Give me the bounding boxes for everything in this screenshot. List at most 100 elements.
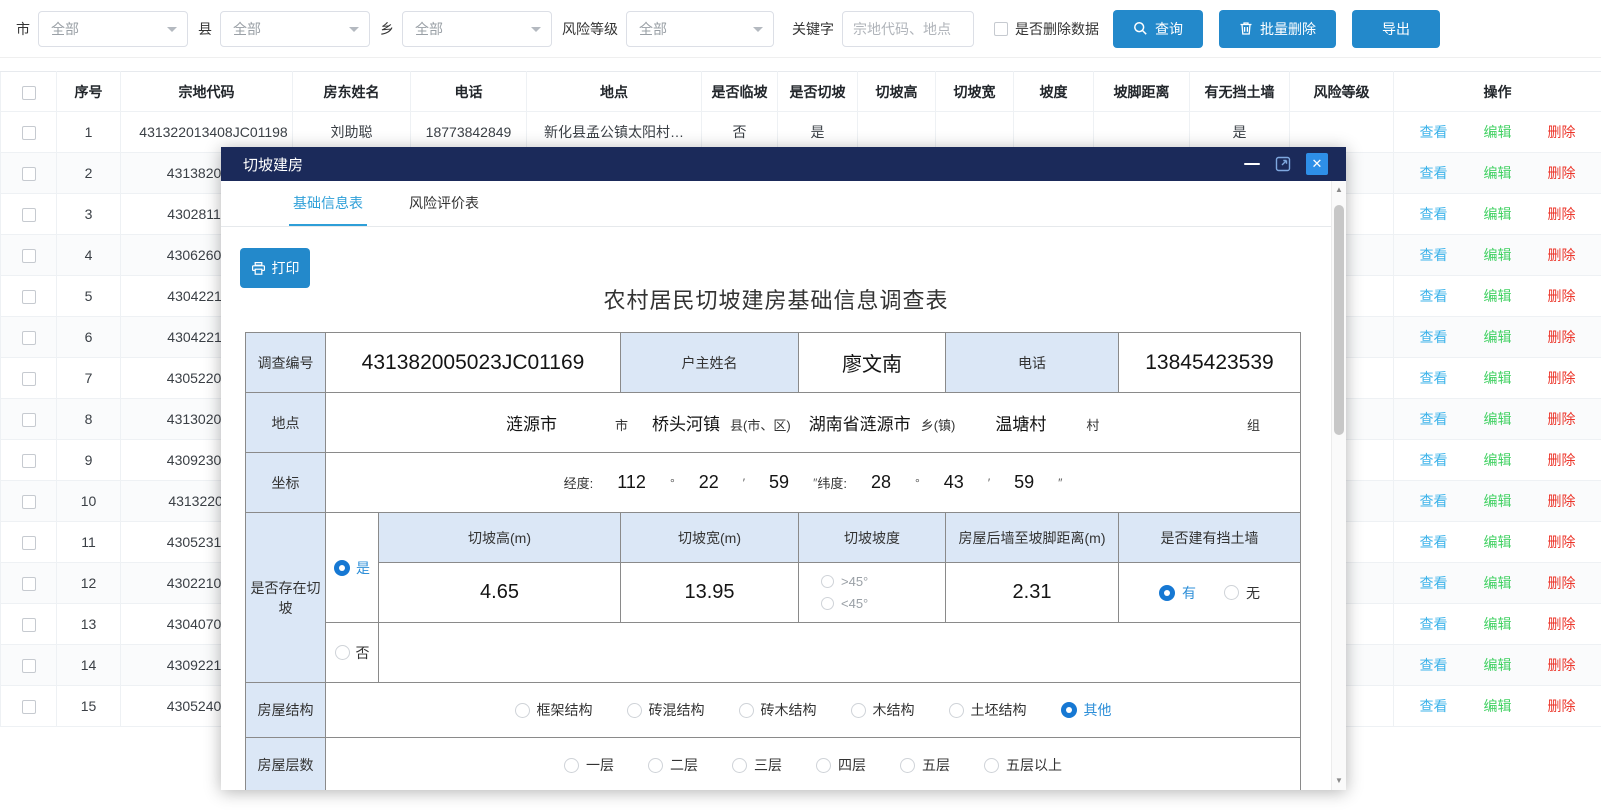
row-checkbox[interactable] — [22, 208, 36, 222]
edit-link[interactable]: 编辑 — [1484, 165, 1512, 181]
scroll-down-icon[interactable]: ▼ — [1332, 774, 1346, 788]
floors-1-radio[interactable] — [564, 758, 579, 773]
delete-link[interactable]: 删除 — [1548, 329, 1576, 345]
view-link[interactable]: 查看 — [1420, 616, 1448, 632]
slope-gt45-radio[interactable] — [821, 575, 834, 588]
township-select[interactable]: 全部 — [402, 11, 552, 47]
delete-link[interactable]: 删除 — [1548, 616, 1576, 632]
structure-other-radio[interactable] — [1061, 702, 1077, 718]
floors-4-radio[interactable] — [816, 758, 831, 773]
print-button[interactable]: 打印 — [240, 248, 310, 288]
select-all-checkbox[interactable] — [22, 86, 36, 100]
edit-link[interactable]: 编辑 — [1484, 493, 1512, 509]
close-icon[interactable]: ✕ — [1306, 153, 1328, 175]
view-link[interactable]: 查看 — [1420, 288, 1448, 304]
cut-exist-no-radio[interactable] — [335, 645, 350, 660]
structure-frame-radio[interactable] — [515, 703, 530, 718]
edit-link[interactable]: 编辑 — [1484, 698, 1512, 714]
floors-3-radio[interactable] — [732, 758, 747, 773]
row-checkbox[interactable] — [22, 249, 36, 263]
delete-link[interactable]: 删除 — [1548, 206, 1576, 222]
query-button[interactable]: 查询 — [1113, 10, 1203, 48]
delete-link[interactable]: 删除 — [1548, 165, 1576, 181]
edit-link[interactable]: 编辑 — [1484, 288, 1512, 304]
county-select[interactable]: 全部 — [220, 11, 370, 47]
structure-brick-concrete-radio[interactable] — [627, 703, 642, 718]
edit-link[interactable]: 编辑 — [1484, 575, 1512, 591]
delete-link[interactable]: 删除 — [1548, 657, 1576, 673]
view-link[interactable]: 查看 — [1420, 698, 1448, 714]
row-checkbox[interactable] — [22, 372, 36, 386]
delete-link[interactable]: 删除 — [1548, 247, 1576, 263]
edit-link[interactable]: 编辑 — [1484, 616, 1512, 632]
row-checkbox[interactable] — [22, 700, 36, 714]
view-link[interactable]: 查看 — [1420, 206, 1448, 222]
edit-link[interactable]: 编辑 — [1484, 247, 1512, 263]
row-checkbox[interactable] — [22, 536, 36, 550]
structure-adobe-radio[interactable] — [949, 703, 964, 718]
maximize-icon[interactable] — [1275, 156, 1291, 172]
floors-5-radio[interactable] — [900, 758, 915, 773]
delete-link[interactable]: 删除 — [1548, 411, 1576, 427]
slope-lt45-radio[interactable] — [821, 597, 834, 610]
view-link[interactable]: 查看 — [1420, 534, 1448, 550]
row-checkbox[interactable] — [22, 413, 36, 427]
show-deleted-checkbox[interactable] — [994, 22, 1008, 36]
scrollbar-thumb[interactable] — [1334, 205, 1344, 435]
cut-exist-yes-radio[interactable] — [334, 560, 350, 576]
edit-link[interactable]: 编辑 — [1484, 124, 1512, 140]
tab-risk-evaluation[interactable]: 风险评价表 — [405, 181, 483, 226]
row-checkbox[interactable] — [22, 495, 36, 509]
view-link[interactable]: 查看 — [1420, 575, 1448, 591]
floors-5plus-radio[interactable] — [984, 758, 999, 773]
delete-link[interactable]: 删除 — [1548, 575, 1576, 591]
structure-wood-radio[interactable] — [851, 703, 866, 718]
delete-link[interactable]: 删除 — [1548, 370, 1576, 386]
wall-yes-radio[interactable] — [1159, 585, 1175, 601]
edit-link[interactable]: 编辑 — [1484, 452, 1512, 468]
export-button[interactable]: 导出 — [1352, 10, 1440, 48]
view-link[interactable]: 查看 — [1420, 329, 1448, 345]
row-checkbox[interactable] — [22, 331, 36, 345]
city-select-value: 全部 — [51, 19, 79, 39]
edit-link[interactable]: 编辑 — [1484, 370, 1512, 386]
risk-level-select[interactable]: 全部 — [626, 11, 774, 47]
edit-link[interactable]: 编辑 — [1484, 206, 1512, 222]
edit-link[interactable]: 编辑 — [1484, 657, 1512, 673]
edit-link[interactable]: 编辑 — [1484, 411, 1512, 427]
batch-delete-button[interactable]: 批量删除 — [1219, 10, 1336, 48]
row-checkbox[interactable] — [22, 659, 36, 673]
view-link[interactable]: 查看 — [1420, 124, 1448, 140]
wall-no-radio[interactable] — [1224, 585, 1239, 600]
view-link[interactable]: 查看 — [1420, 370, 1448, 386]
scroll-up-icon[interactable]: ▲ — [1332, 183, 1346, 197]
row-checkbox[interactable] — [22, 454, 36, 468]
delete-link[interactable]: 删除 — [1548, 698, 1576, 714]
cell-no: 5 — [57, 276, 121, 317]
floors-2-radio[interactable] — [648, 758, 663, 773]
view-link[interactable]: 查看 — [1420, 657, 1448, 673]
row-checkbox[interactable] — [22, 126, 36, 140]
tab-basic-info[interactable]: 基础信息表 — [289, 181, 367, 226]
edit-link[interactable]: 编辑 — [1484, 329, 1512, 345]
delete-link[interactable]: 删除 — [1548, 124, 1576, 140]
row-checkbox[interactable] — [22, 290, 36, 304]
structure-brick-wood-radio[interactable] — [739, 703, 754, 718]
row-checkbox[interactable] — [22, 618, 36, 632]
row-checkbox[interactable] — [22, 577, 36, 591]
view-link[interactable]: 查看 — [1420, 165, 1448, 181]
view-link[interactable]: 查看 — [1420, 493, 1448, 509]
delete-link[interactable]: 删除 — [1548, 452, 1576, 468]
view-link[interactable]: 查看 — [1420, 411, 1448, 427]
edit-link[interactable]: 编辑 — [1484, 534, 1512, 550]
location-township-suffix: 乡(镇) — [921, 415, 956, 434]
delete-link[interactable]: 删除 — [1548, 493, 1576, 509]
minimize-icon[interactable] — [1244, 163, 1260, 165]
view-link[interactable]: 查看 — [1420, 452, 1448, 468]
delete-link[interactable]: 删除 — [1548, 534, 1576, 550]
keyword-input[interactable] — [842, 11, 974, 47]
city-select[interactable]: 全部 — [38, 11, 188, 47]
view-link[interactable]: 查看 — [1420, 247, 1448, 263]
delete-link[interactable]: 删除 — [1548, 288, 1576, 304]
row-checkbox[interactable] — [22, 167, 36, 181]
